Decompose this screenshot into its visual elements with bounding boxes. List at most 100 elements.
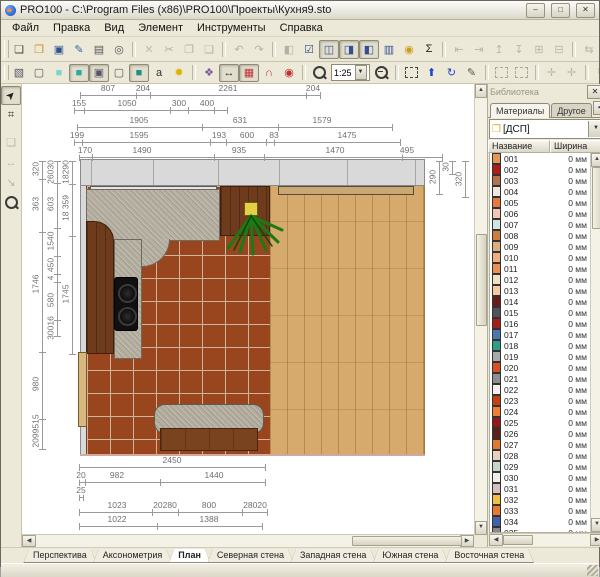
dimension-tool-button[interactable]: ↔ xyxy=(1,153,21,172)
properties-button[interactable]: ◧ xyxy=(279,40,299,59)
material-row[interactable]: 0240 мм xyxy=(490,406,590,417)
material-row[interactable]: 0330 мм xyxy=(490,505,590,516)
align-top-button[interactable]: ↥ xyxy=(489,40,509,59)
show-grid-button[interactable]: ▦ xyxy=(239,64,259,82)
material-row[interactable]: 0260 мм xyxy=(490,428,590,439)
material-row[interactable]: 0270 мм xyxy=(490,439,590,450)
material-row[interactable]: 0280 мм xyxy=(490,450,590,461)
material-row[interactable]: 0030 мм xyxy=(490,175,590,186)
tab-other[interactable]: Другое xyxy=(551,103,592,117)
scroll-right-icon[interactable]: ▶ xyxy=(460,535,474,547)
center-vertical-button[interactable]: ✛ xyxy=(562,64,582,82)
chevron-down-icon[interactable]: ▼ xyxy=(355,65,367,80)
resize-tool-button[interactable]: ↘ xyxy=(1,173,21,192)
material-row[interactable]: 0050 мм xyxy=(490,197,590,208)
print-preview-button[interactable]: ◎ xyxy=(109,40,129,59)
view-solid-button[interactable]: ■ xyxy=(129,64,149,82)
material-row[interactable]: 0230 мм xyxy=(490,395,590,406)
material-row[interactable]: 0070 мм xyxy=(490,219,590,230)
canvas-hscrollbar[interactable]: ◀ ▶ xyxy=(22,534,474,547)
tab-south-wall[interactable]: Южная стена xyxy=(372,548,448,563)
selection-rect-button[interactable] xyxy=(492,64,512,82)
move-left-button[interactable]: ⇆ xyxy=(579,40,599,59)
panel-pricelist-button[interactable]: ◉ xyxy=(399,40,419,59)
material-row[interactable]: 0300 мм xyxy=(490,472,590,483)
material-row[interactable]: 0150 мм xyxy=(490,307,590,318)
library-close-icon[interactable]: ✕ xyxy=(587,85,600,99)
scroll-down-icon[interactable]: ▼ xyxy=(591,518,600,532)
snap-center-button[interactable]: ◉ xyxy=(279,64,299,82)
show-materials-button[interactable]: ❖ xyxy=(199,64,219,82)
tab-east-wall[interactable]: Восточная стена xyxy=(444,548,534,563)
material-vscrollbar[interactable]: ▲ ▼ xyxy=(590,153,600,532)
report-button[interactable]: ✎ xyxy=(69,40,89,59)
material-row[interactable]: 0180 мм xyxy=(490,340,590,351)
undo-button[interactable]: ↶ xyxy=(229,40,249,59)
snap-magnet-button[interactable]: ∩ xyxy=(259,64,279,82)
copy-button[interactable]: ❐ xyxy=(179,40,199,59)
sum-button[interactable]: Σ xyxy=(419,40,439,59)
view-contours-button[interactable]: ▣ xyxy=(89,64,109,82)
material-hscrollbar[interactable]: ◀ ▶ xyxy=(489,533,600,546)
material-row[interactable]: 0160 мм xyxy=(490,318,590,329)
align-left-button[interactable]: ⇤ xyxy=(449,40,469,59)
panel-library-button[interactable]: ◫ xyxy=(319,40,339,59)
material-row[interactable]: 0100 мм xyxy=(490,252,590,263)
tab-axonometry[interactable]: Аксонометрия xyxy=(93,548,173,563)
raise-element-button[interactable]: ⬆ xyxy=(422,64,442,82)
zoom-select[interactable]: 1:25▼ xyxy=(331,64,370,81)
selection-rect2-button[interactable] xyxy=(512,64,532,82)
scroll-down-icon[interactable]: ▼ xyxy=(475,521,487,535)
save-button[interactable]: ▣ xyxy=(49,40,69,59)
view-sketch-button[interactable]: ▢ xyxy=(109,64,129,82)
tab-plan[interactable]: План xyxy=(168,548,211,563)
view-labels-button[interactable]: a xyxy=(149,64,169,82)
rotate-element-button[interactable]: ↻ xyxy=(592,64,600,82)
material-row[interactable]: 0090 мм xyxy=(490,241,590,252)
scroll-up-icon[interactable]: ▲ xyxy=(475,84,487,98)
paste-button[interactable]: ❑ xyxy=(199,40,219,59)
redo-button[interactable]: ↷ xyxy=(249,40,269,59)
plan-canvas[interactable]: 8072042261204155105030040019056311579199… xyxy=(22,84,474,534)
align-right-button[interactable]: ⇥ xyxy=(469,40,489,59)
vscroll-thumb[interactable] xyxy=(476,234,487,326)
tab-scroll-left-icon[interactable]: ◂ xyxy=(593,101,600,115)
print-button[interactable]: ▤ xyxy=(89,40,109,59)
new-file-button[interactable]: ❏ xyxy=(9,40,29,59)
material-row[interactable]: 0120 мм xyxy=(490,274,590,285)
menu-element[interactable]: Элемент xyxy=(131,21,190,35)
edit-shape-button[interactable]: ✎ xyxy=(462,64,482,82)
material-row[interactable]: 0010 мм xyxy=(490,153,590,164)
material-row[interactable]: 0210 мм xyxy=(490,373,590,384)
material-row[interactable]: 0170 мм xyxy=(490,329,590,340)
align-bottom-button[interactable]: ↧ xyxy=(509,40,529,59)
select-area-button[interactable] xyxy=(402,64,422,82)
material-row[interactable]: 0320 мм xyxy=(490,494,590,505)
view-light-button[interactable]: ✹ xyxy=(169,64,189,82)
column-name[interactable]: Название xyxy=(488,140,550,153)
column-width[interactable]: Ширина xyxy=(550,140,600,153)
material-row[interactable]: 0140 мм xyxy=(490,296,590,307)
material-row[interactable]: 0020 мм xyxy=(490,164,590,175)
material-row[interactable]: 0290 мм xyxy=(490,461,590,472)
menu-tools[interactable]: Инструменты xyxy=(190,21,273,35)
material-category-select[interactable]: ❒ [ДСП] ▼ xyxy=(489,119,600,139)
tab-west-wall[interactable]: Западная стена xyxy=(290,548,376,563)
tab-materials[interactable]: Материалы xyxy=(490,103,550,118)
maximize-button[interactable]: □ xyxy=(551,3,570,18)
material-row[interactable]: 0250 мм xyxy=(490,417,590,428)
select-tool-button[interactable]: ➤ xyxy=(1,86,21,105)
delete-button[interactable]: ✕ xyxy=(139,40,159,59)
view-hidden-button[interactable]: ▢ xyxy=(29,64,49,82)
menu-view[interactable]: Вид xyxy=(97,21,131,35)
zoom-tool-button[interactable] xyxy=(1,193,21,212)
scroll-left-icon[interactable]: ◀ xyxy=(22,535,36,547)
canvas-vscrollbar[interactable]: ▲ ▼ xyxy=(474,84,487,535)
chevron-down-icon[interactable]: ▼ xyxy=(588,121,600,137)
tab-north-wall[interactable]: Северная стена xyxy=(207,548,294,563)
material-row[interactable]: 0350 мм xyxy=(490,527,590,532)
panel-properties-button[interactable]: ▥ xyxy=(379,40,399,59)
material-row[interactable]: 0080 мм xyxy=(490,230,590,241)
minimize-button[interactable]: – xyxy=(526,3,545,18)
ungroup-button[interactable]: ⊟ xyxy=(549,40,569,59)
